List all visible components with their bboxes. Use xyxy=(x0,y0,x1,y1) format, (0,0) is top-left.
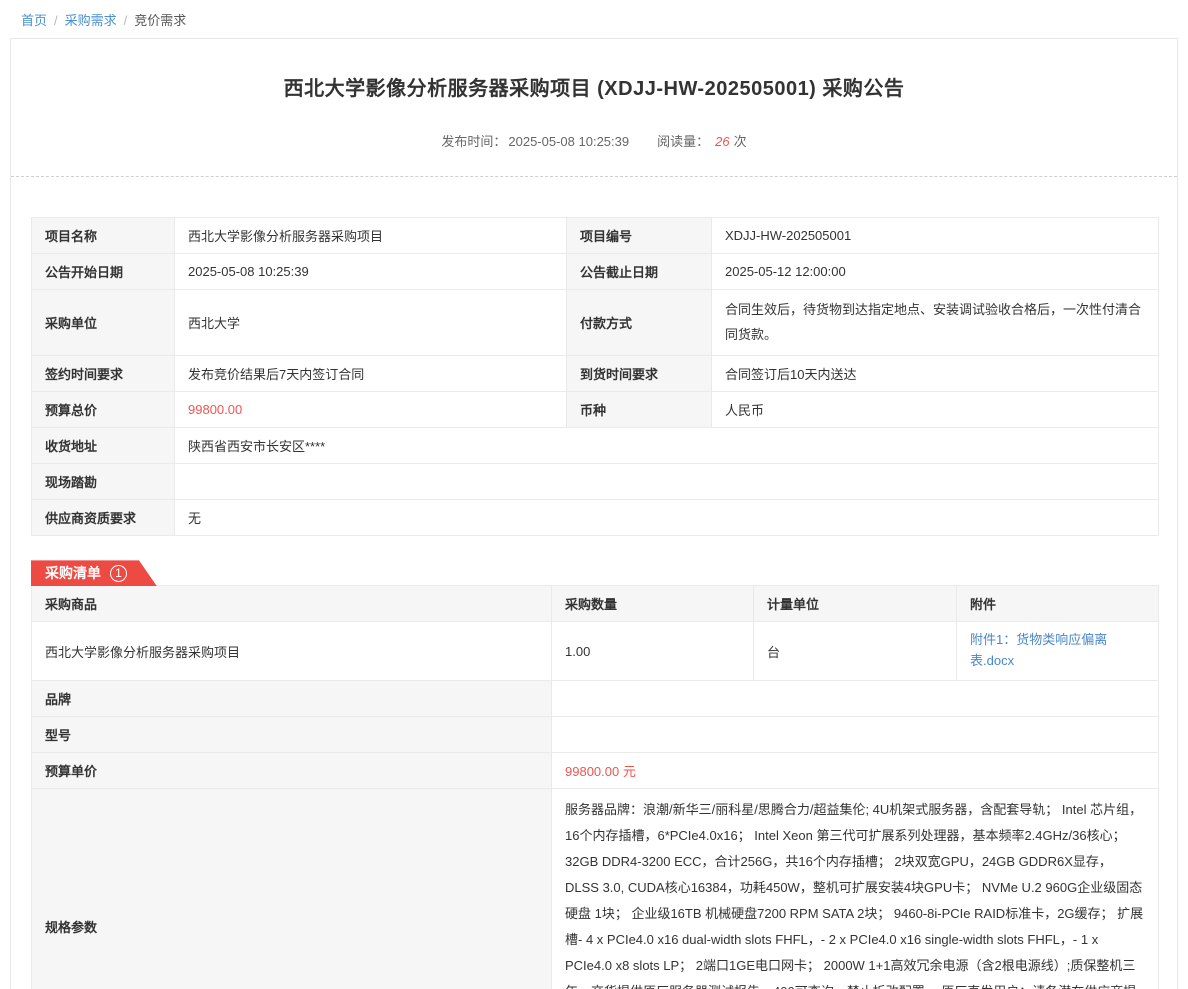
unit-cell: 台 xyxy=(754,622,957,681)
info-value-cell: 合同签订后10天内送达 xyxy=(712,356,1159,392)
spec-value-cell: 服务器品牌：浪潮/新华三/丽科星/思腾合力/超益集伦; 4U机架式服务器，含配套… xyxy=(552,788,1159,989)
info-label-cell: 签约时间要求 xyxy=(32,356,175,392)
info-label-cell: 币种 xyxy=(567,392,712,428)
info-label-cell: 项目名称 xyxy=(32,218,175,254)
dashed-divider xyxy=(11,176,1177,177)
info-value-cell: 2025-05-08 10:25:39 xyxy=(175,254,567,290)
spec-label-cell: 规格参数 xyxy=(32,788,552,989)
meta-line: 发布时间：2025-05-08 10:25:39 阅读量： 26 次 xyxy=(11,131,1177,150)
budget-total-value: 99800.00 xyxy=(175,392,567,428)
table-row: 项目名称 西北大学影像分析服务器采购项目 项目编号 XDJJ-HW-202505… xyxy=(32,218,1159,254)
unit-price-value-cell: 99800.00 元 xyxy=(552,752,1159,788)
info-label-cell: 供应商资质要求 xyxy=(32,500,175,536)
purchase-list-count-badge: 1 xyxy=(110,565,127,582)
publish-time-label: 发布时间： xyxy=(441,134,506,149)
breadcrumb-separator: / xyxy=(124,13,128,28)
unit-price-label-cell: 预算单价 xyxy=(32,752,552,788)
info-label-cell: 公告截止日期 xyxy=(567,254,712,290)
purchase-list-section: 采购清单 1 采购商品 采购数量 计量单位 附件 西北大学影像分析服务器采购项目… xyxy=(11,560,1177,989)
brand-value-cell xyxy=(552,680,1159,716)
read-count-label: 阅读量： xyxy=(657,134,709,149)
column-header-quantity: 采购数量 xyxy=(552,586,754,622)
publish-time-value: 2025-05-08 10:25:39 xyxy=(508,134,629,149)
announcement-card: 西北大学影像分析服务器采购项目 (XDJJ-HW-202505001) 采购公告… xyxy=(10,38,1178,989)
info-label-cell: 现场踏勘 xyxy=(32,464,175,500)
info-label-cell: 付款方式 xyxy=(567,290,712,356)
page-title: 西北大学影像分析服务器采购项目 (XDJJ-HW-202505001) 采购公告 xyxy=(11,72,1177,101)
info-value-cell: 人民币 xyxy=(712,392,1159,428)
purchase-list-badge-label: 采购清单 xyxy=(45,563,101,583)
info-label-cell: 收货地址 xyxy=(32,428,175,464)
purchase-list-table: 采购商品 采购数量 计量单位 附件 西北大学影像分析服务器采购项目 1.00 台… xyxy=(31,585,1159,989)
info-value-cell: 无 xyxy=(175,500,1159,536)
read-count-value: 26 xyxy=(715,134,729,149)
model-value-cell xyxy=(552,716,1159,752)
table-row: 采购单位 西北大学 付款方式 合同生效后，待货物到达指定地点、安装调试验收合格后… xyxy=(32,290,1159,356)
table-row: 品牌 xyxy=(32,680,1159,716)
table-row: 预算单价 99800.00 元 xyxy=(32,752,1159,788)
info-label-cell: 公告开始日期 xyxy=(32,254,175,290)
table-header-row: 采购商品 采购数量 计量单位 附件 xyxy=(32,586,1159,622)
info-value-cell: 西北大学影像分析服务器采购项目 xyxy=(175,218,567,254)
project-info-table: 项目名称 西北大学影像分析服务器采购项目 项目编号 XDJJ-HW-202505… xyxy=(31,217,1159,536)
table-row: 收货地址 陕西省西安市长安区**** xyxy=(32,428,1159,464)
column-header-attachment: 附件 xyxy=(957,586,1159,622)
column-header-unit: 计量单位 xyxy=(754,586,957,622)
info-value-cell: 西北大学 xyxy=(175,290,567,356)
breadcrumb-separator: / xyxy=(54,13,58,28)
quantity-cell: 1.00 xyxy=(552,622,754,681)
breadcrumb-procurement-link[interactable]: 采购需求 xyxy=(65,13,117,28)
column-header-product: 采购商品 xyxy=(32,586,552,622)
info-value-cell: XDJJ-HW-202505001 xyxy=(712,218,1159,254)
table-row: 规格参数 服务器品牌：浪潮/新华三/丽科星/思腾合力/超益集伦; 4U机架式服务… xyxy=(32,788,1159,989)
table-row: 公告开始日期 2025-05-08 10:25:39 公告截止日期 2025-0… xyxy=(32,254,1159,290)
model-label-cell: 型号 xyxy=(32,716,552,752)
info-label-cell: 采购单位 xyxy=(32,290,175,356)
info-value-cell: 2025-05-12 12:00:00 xyxy=(712,254,1159,290)
read-count-unit: 次 xyxy=(734,134,747,149)
info-label-cell: 到货时间要求 xyxy=(567,356,712,392)
table-row: 现场踏勘 xyxy=(32,464,1159,500)
product-name-cell: 西北大学影像分析服务器采购项目 xyxy=(32,622,552,681)
info-label-cell: 预算总价 xyxy=(32,392,175,428)
attachment-link[interactable]: 附件1：货物类响应偏离表.docx xyxy=(970,632,1107,668)
breadcrumb-home-link[interactable]: 首页 xyxy=(21,13,47,28)
info-value-cell: 合同生效后，待货物到达指定地点、安装调试验收合格后，一次性付清合同货款。 xyxy=(712,290,1159,356)
product-row: 西北大学影像分析服务器采购项目 1.00 台 附件1：货物类响应偏离表.docx xyxy=(32,622,1159,681)
attachment-cell: 附件1：货物类响应偏离表.docx xyxy=(957,622,1159,681)
purchase-list-badge: 采购清单 1 xyxy=(31,560,157,586)
info-value-cell xyxy=(175,464,1159,500)
table-row: 预算总价 99800.00 币种 人民币 xyxy=(32,392,1159,428)
info-value-cell: 陕西省西安市长安区**** xyxy=(175,428,1159,464)
table-row: 签约时间要求 发布竞价结果后7天内签订合同 到货时间要求 合同签订后10天内送达 xyxy=(32,356,1159,392)
breadcrumb: 首页 / 采购需求 / 竞价需求 xyxy=(0,0,1188,38)
breadcrumb-current: 竞价需求 xyxy=(134,13,186,28)
table-row: 型号 xyxy=(32,716,1159,752)
table-row: 供应商资质要求 无 xyxy=(32,500,1159,536)
info-value-cell: 发布竞价结果后7天内签订合同 xyxy=(175,356,567,392)
brand-label-cell: 品牌 xyxy=(32,680,552,716)
info-label-cell: 项目编号 xyxy=(567,218,712,254)
